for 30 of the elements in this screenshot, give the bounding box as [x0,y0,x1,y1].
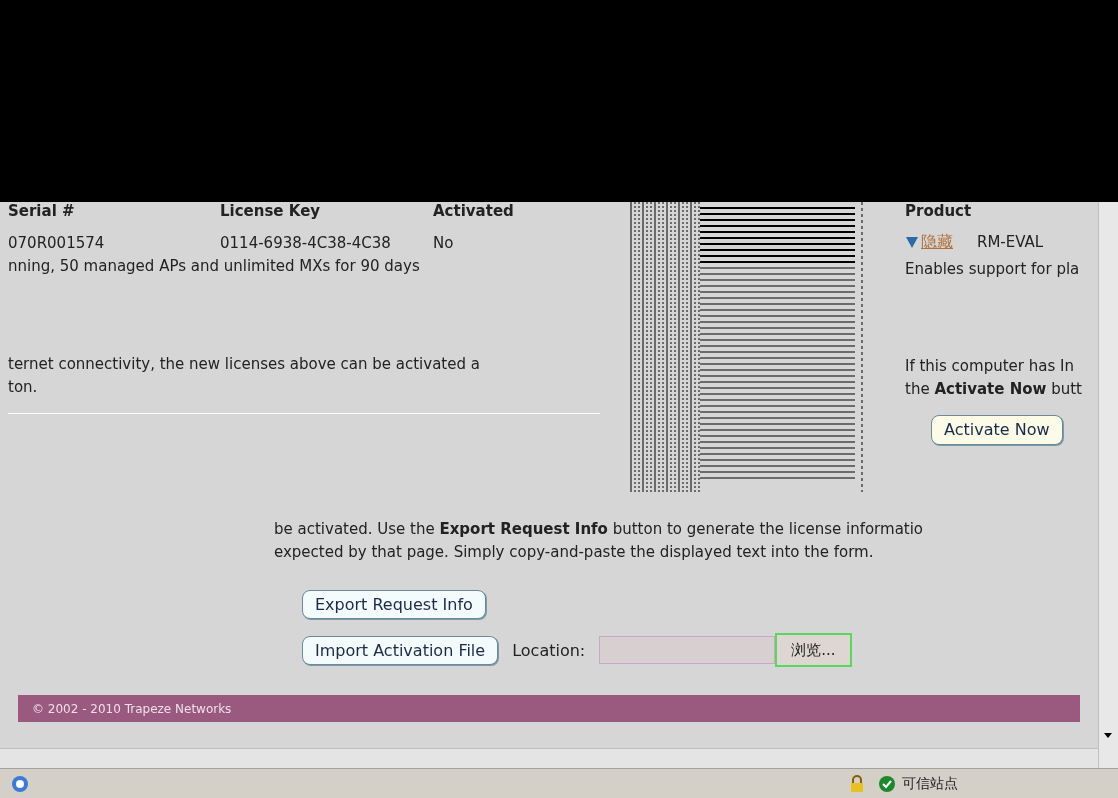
instruction-line: expected by that page. Simply copy-and-paste the displayed text into the form. [274,542,875,563]
horizontal-scrollbar[interactable] [0,748,1098,768]
location-field[interactable] [599,636,776,664]
location-label: Location: [512,639,586,662]
column-header: License Key [220,202,322,220]
table-cell-text: 0114-6938-4C38-4C38 [220,234,392,252]
import-file-button[interactable]: Import Activation File [302,635,499,665]
table-cell-text: No [433,234,455,252]
security-zone: 可信站点 [902,774,958,793]
vertical-scrollbar[interactable] [1098,202,1118,768]
export-request-button[interactable]: Export Request Info [302,590,486,619]
license-description: nning, 50 managed APs and unlimited MXs for 90 days [8,257,421,275]
column-header: Product [905,202,973,220]
column-header: Activated [433,202,515,220]
triangle-down-icon [905,235,919,249]
browser-icon [10,773,30,794]
product-description: Enables support for pla [905,259,1081,280]
copyright-text: © 2002 - 2010 Trapeze Networks [32,700,232,718]
activation-note-line: ton. [8,377,39,398]
lock-icon [848,773,866,794]
instruction-line: be activated. Use the Export Request Info button to generate the license informatio [274,519,925,540]
activate-now-button[interactable]: Activate Now [931,414,1063,445]
column-header: Serial # [8,202,76,220]
activation-note-line: the Activate Now butt [905,378,1082,400]
activation-note-line: ternet connectivity, the new licenses above can be activated a [8,354,481,375]
activation-note-line: If this computer has In [905,355,1075,377]
product-name: RM-EVAL [977,231,1044,253]
check-circle-icon [878,774,896,793]
browse-button[interactable]: 浏览... [775,633,852,667]
table-cell-text: 070R001574 [8,234,106,252]
